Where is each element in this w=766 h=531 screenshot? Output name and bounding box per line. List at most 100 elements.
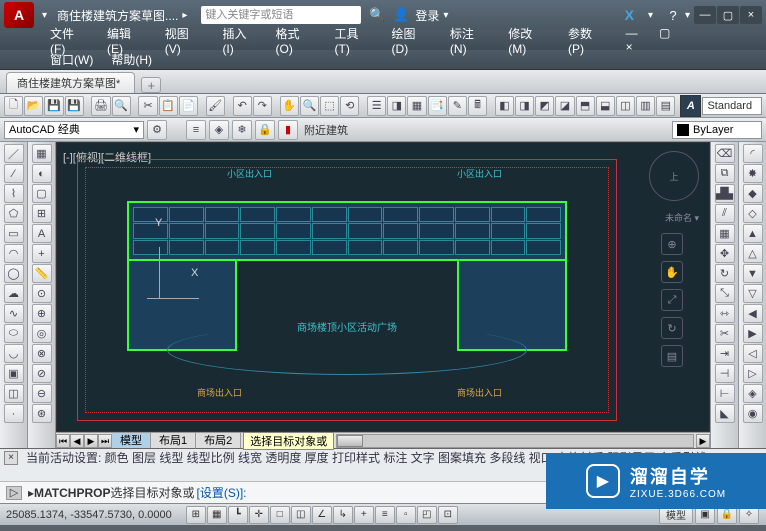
scale-button[interactable]: ⤡: [715, 284, 735, 303]
toolpalette-button[interactable]: ▦: [407, 96, 426, 116]
file-tab[interactable]: 商住楼建筑方案草图*: [6, 72, 135, 93]
explode-button[interactable]: ✸: [743, 164, 763, 183]
coordinates[interactable]: 25085.1374, -33547.5730, 0.0000: [6, 509, 172, 521]
mod-extra-7[interactable]: ◀: [743, 304, 763, 323]
save-button[interactable]: 💾: [44, 96, 63, 116]
tb-extra-6[interactable]: ⬓: [596, 96, 615, 116]
h-scrollbar[interactable]: [336, 434, 694, 448]
layer-lock-button[interactable]: 🔒: [255, 120, 275, 140]
pline-button[interactable]: ⌇: [4, 184, 24, 203]
line-button[interactable]: ／: [4, 144, 24, 163]
osnap-toggle-button[interactable]: □: [270, 506, 290, 524]
matchprop-button[interactable]: 🖌: [206, 96, 225, 116]
rectangle-button[interactable]: ▭: [4, 224, 24, 243]
mod-extra-11[interactable]: ◈: [743, 384, 763, 403]
login-dropdown-icon[interactable]: ▾: [443, 10, 448, 21]
tb-extra-7[interactable]: ◫: [616, 96, 635, 116]
properties-button[interactable]: ☰: [367, 96, 386, 116]
move-button[interactable]: ✥: [715, 244, 735, 263]
app-logo[interactable]: A: [4, 2, 34, 28]
layer-combo[interactable]: ByLayer: [672, 121, 762, 139]
viewcube-label[interactable]: 未命名 ▾: [665, 211, 699, 224]
mod-extra-12[interactable]: ◉: [743, 404, 763, 423]
textstyle-icon[interactable]: A: [680, 95, 701, 117]
preview-button[interactable]: 🔍: [112, 96, 131, 116]
addselected-button[interactable]: +: [32, 244, 52, 263]
copy-button[interactable]: 📋: [159, 96, 178, 116]
menu-draw[interactable]: 绘图(D): [392, 25, 432, 56]
polygon-button[interactable]: ⬠: [4, 204, 24, 223]
trim-button[interactable]: ✂: [715, 324, 735, 343]
orbit-icon[interactable]: ↻: [661, 317, 683, 339]
ellipse-button[interactable]: ⬭: [4, 324, 24, 343]
region-button[interactable]: ▢: [32, 184, 52, 203]
designcenter-button[interactable]: ◨: [387, 96, 406, 116]
zoom-button[interactable]: 🔍: [300, 96, 319, 116]
mod-extra-2[interactable]: ◇: [743, 204, 763, 223]
cmd-close-button[interactable]: ×: [4, 451, 18, 465]
saveas-button[interactable]: 💾: [65, 96, 84, 116]
exchange-icon[interactable]: X: [625, 7, 634, 23]
ortho-toggle-button[interactable]: ┗: [228, 506, 248, 524]
tab-first-button[interactable]: ⏮: [56, 434, 70, 448]
lwt-toggle-button[interactable]: ≡: [375, 506, 395, 524]
cmd-settings-link[interactable]: [设置(S)]:: [197, 484, 247, 501]
mod-extra-10[interactable]: ▷: [743, 364, 763, 383]
zoom-extents-icon[interactable]: ⤢: [661, 289, 683, 311]
textstyle-combo[interactable]: Standard: [702, 97, 762, 115]
extra-draw-1[interactable]: ⊙: [32, 284, 52, 303]
extra-draw-3[interactable]: ◎: [32, 324, 52, 343]
infocenter-icon[interactable]: 🔍: [369, 7, 385, 23]
mod-extra-8[interactable]: ▶: [743, 324, 763, 343]
markup-button[interactable]: ✎: [448, 96, 467, 116]
scroll-right-button[interactable]: ▶: [696, 434, 710, 448]
user-icon[interactable]: 👤: [393, 7, 409, 23]
workspace-combo[interactable]: AutoCAD 经典 ▾: [4, 121, 144, 139]
arc-button[interactable]: ◠: [4, 244, 24, 263]
search-input[interactable]: 键入关键字或短语: [201, 6, 361, 24]
tpy-toggle-button[interactable]: ▫: [396, 506, 416, 524]
extend-button[interactable]: ⇥: [715, 344, 735, 363]
ucs-icon[interactable]: Y X: [147, 247, 199, 299]
layer-freeze-button[interactable]: ❄: [232, 120, 252, 140]
doc-minimize-button[interactable]: —: [626, 26, 638, 40]
menu-window[interactable]: 窗口(W): [50, 51, 93, 68]
fillet-button[interactable]: ◜: [743, 144, 763, 163]
help-icon[interactable]: ?: [665, 7, 681, 23]
menu-dimension[interactable]: 标注(N): [450, 25, 490, 56]
qat-dropdown-icon[interactable]: ▾: [42, 10, 47, 21]
ws-settings-button[interactable]: ⚙: [147, 120, 167, 140]
array-button[interactable]: ▦: [715, 224, 735, 243]
menu-insert[interactable]: 插入(I): [222, 25, 257, 56]
new-tab-button[interactable]: +: [141, 77, 161, 93]
layer-iso-button[interactable]: ◈: [209, 120, 229, 140]
open-button[interactable]: 📂: [24, 96, 43, 116]
redo-button[interactable]: ↷: [253, 96, 272, 116]
rotate-button[interactable]: ↻: [715, 264, 735, 283]
sheetset-button[interactable]: 📑: [428, 96, 447, 116]
pan-icon[interactable]: ✋: [661, 261, 683, 283]
viewcube[interactable]: 上: [649, 151, 699, 201]
chamfer-button[interactable]: ◣: [715, 404, 735, 423]
cut-button[interactable]: ✂: [138, 96, 157, 116]
mod-extra-4[interactable]: △: [743, 244, 763, 263]
join-button[interactable]: ⊢: [715, 384, 735, 403]
offset-button[interactable]: ⫽: [715, 204, 735, 223]
layout1-tab[interactable]: 布局1: [151, 433, 196, 448]
layer-color-button[interactable]: ▮: [278, 120, 298, 140]
undo-button[interactable]: ↶: [233, 96, 252, 116]
plot-button[interactable]: 🖨: [91, 96, 110, 116]
ducs-toggle-button[interactable]: ↳: [333, 506, 353, 524]
mod-extra-9[interactable]: ◁: [743, 344, 763, 363]
exchange-dropdown-icon[interactable]: ▾: [648, 10, 653, 21]
restore-button[interactable]: ▢: [717, 6, 739, 24]
erase-button[interactable]: ⌫: [715, 144, 735, 163]
mod-extra-6[interactable]: ▽: [743, 284, 763, 303]
tb-extra-4[interactable]: ◪: [555, 96, 574, 116]
mod-extra-5[interactable]: ▼: [743, 264, 763, 283]
menu-parametric[interactable]: 参数(P): [568, 25, 608, 56]
doc-restore-button[interactable]: ▢: [659, 26, 670, 40]
stretch-button[interactable]: ⇿: [715, 304, 735, 323]
tab-last-button[interactable]: ⏭: [98, 434, 112, 448]
spline-button[interactable]: ∿: [4, 304, 24, 323]
